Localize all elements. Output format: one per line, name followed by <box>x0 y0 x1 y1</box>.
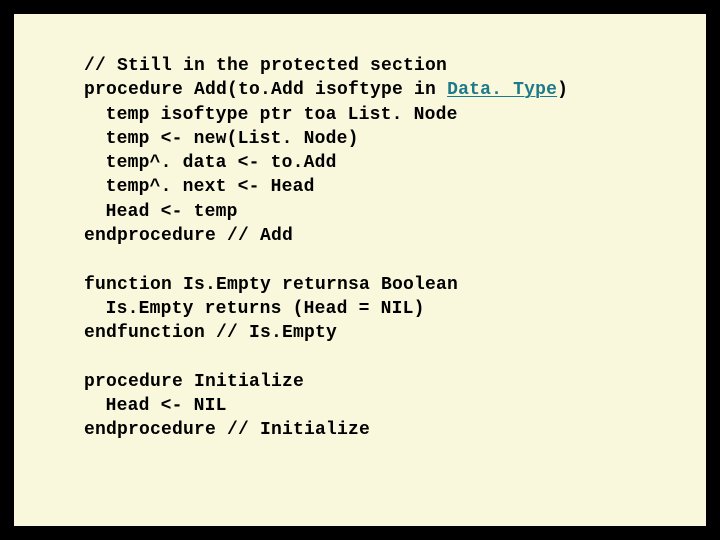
code-line: procedure Initialize <box>84 372 304 392</box>
code-line: Is.Empty returns (Head = NIL) <box>106 299 425 319</box>
code-line: function Is.Empty returnsa Boolean <box>84 275 458 295</box>
code-block: // Still in the protected section proced… <box>84 54 686 443</box>
code-panel: // Still in the protected section proced… <box>12 12 708 528</box>
type-link: Data. Type <box>447 80 557 100</box>
code-line: temp^. data <- to.Add <box>106 153 337 173</box>
code-line: temp^. next <- Head <box>106 177 315 197</box>
code-line: endprocedure // Initialize <box>84 420 370 440</box>
code-line: Head <- temp <box>106 202 238 222</box>
code-line: temp isoftype ptr toa List. Node <box>106 105 458 125</box>
code-line: // Still in the protected section <box>84 56 447 76</box>
code-line: temp <- new(List. Node) <box>106 129 359 149</box>
code-line: endprocedure // Add <box>84 226 293 246</box>
code-line: endfunction // Is.Empty <box>84 323 337 343</box>
slide-frame: // Still in the protected section proced… <box>0 0 720 540</box>
code-line: Head <- NIL <box>106 396 227 416</box>
code-line: procedure Add(to.Add isoftype in Data. T… <box>84 80 568 100</box>
